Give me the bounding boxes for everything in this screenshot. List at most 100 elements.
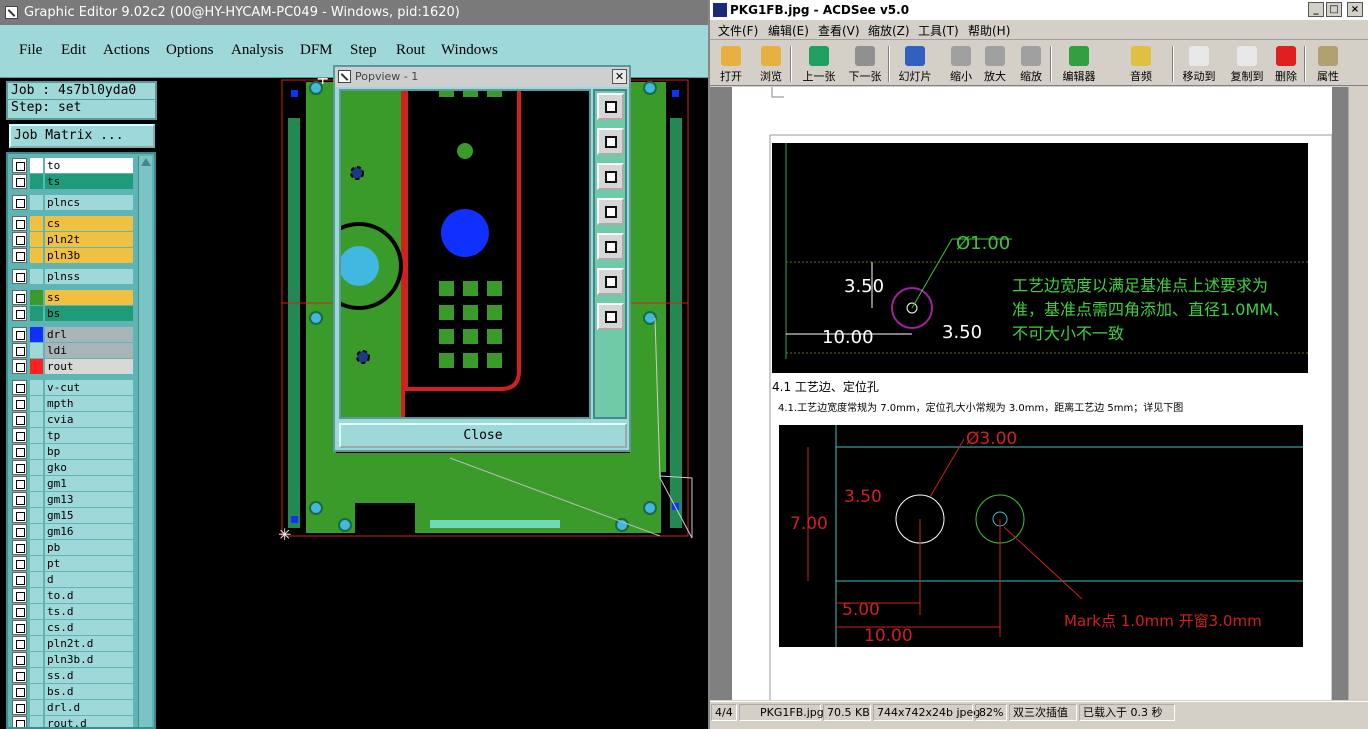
- menu-options[interactable]: Options: [166, 42, 214, 59]
- layer-row-cs-d[interactable]: cs.d: [12, 620, 133, 635]
- menu-step[interactable]: Step: [350, 42, 377, 59]
- layer-color-swatch[interactable]: [30, 290, 43, 305]
- toolbar-button-zoom-in[interactable]: 放大: [980, 44, 1010, 84]
- layer-row-pt[interactable]: pt: [12, 556, 133, 571]
- layer-row-bs-d[interactable]: bs.d: [12, 684, 133, 699]
- pan-down-button[interactable]: [597, 163, 624, 190]
- layer-row-gm15[interactable]: gm15: [12, 508, 133, 523]
- layer-checkbox[interactable]: [12, 444, 27, 459]
- layer-color-swatch[interactable]: [30, 216, 43, 231]
- layer-name[interactable]: gm16: [45, 524, 133, 539]
- layer-checkbox[interactable]: [12, 216, 27, 231]
- layer-row-ts[interactable]: ts: [12, 174, 133, 189]
- layer-color-swatch[interactable]: [30, 412, 43, 427]
- layer-color-swatch[interactable]: [30, 428, 43, 443]
- layer-row-v-cut[interactable]: v-cut: [12, 380, 133, 395]
- layer-color-swatch[interactable]: [30, 652, 43, 667]
- layer-color-swatch[interactable]: [30, 343, 43, 358]
- layer-row-rout[interactable]: rout: [12, 359, 133, 374]
- layer-color-swatch[interactable]: [30, 460, 43, 475]
- layer-name[interactable]: to.d: [45, 588, 133, 603]
- layer-color-swatch[interactable]: [30, 195, 43, 210]
- popview-close-button[interactable]: Close: [339, 423, 627, 448]
- layer-row-ss[interactable]: ss: [12, 290, 133, 305]
- layer-color-swatch[interactable]: [30, 359, 43, 374]
- menu-tools-cn[interactable]: 工具(T): [918, 22, 959, 39]
- layer-color-swatch[interactable]: [30, 636, 43, 651]
- menu-view-cn[interactable]: 查看(V): [818, 22, 860, 39]
- toolbar-button-zoom[interactable]: 缩放: [1014, 44, 1048, 84]
- job-matrix-button[interactable]: Job Matrix ...: [9, 124, 155, 148]
- toolbar-button-next[interactable]: 下一张: [844, 44, 886, 84]
- menu-edit[interactable]: Edit: [61, 42, 86, 59]
- layer-row-gm16[interactable]: gm16: [12, 524, 133, 539]
- layer-name[interactable]: pln2t.d: [45, 636, 133, 651]
- menu-edit-cn[interactable]: 编辑(E): [768, 22, 809, 39]
- layer-checkbox[interactable]: [12, 428, 27, 443]
- menu-file[interactable]: File: [19, 42, 42, 59]
- layer-checkbox[interactable]: [12, 700, 27, 715]
- layer-color-swatch[interactable]: [30, 327, 43, 342]
- menu-analysis[interactable]: Analysis: [231, 42, 284, 59]
- layer-checkbox[interactable]: [12, 636, 27, 651]
- layer-name[interactable]: ts.d: [45, 604, 133, 619]
- layer-row-pb[interactable]: pb: [12, 540, 133, 555]
- layer-color-swatch[interactable]: [30, 540, 43, 555]
- layer-row-cvia[interactable]: cvia: [12, 412, 133, 427]
- layer-name[interactable]: ss.d: [45, 668, 133, 683]
- layer-name[interactable]: cs.d: [45, 620, 133, 635]
- layer-row-bp[interactable]: bp: [12, 444, 133, 459]
- layer-name[interactable]: cs: [45, 216, 133, 231]
- layer-name[interactable]: ss: [45, 290, 133, 305]
- layer-color-swatch[interactable]: [30, 476, 43, 491]
- layer-name[interactable]: rout: [45, 359, 133, 374]
- layer-name[interactable]: tp: [45, 428, 133, 443]
- layer-name[interactable]: plncs: [45, 195, 133, 210]
- layer-checkbox[interactable]: [12, 620, 27, 635]
- menu-rout[interactable]: Rout: [396, 42, 425, 59]
- layer-checkbox[interactable]: [12, 396, 27, 411]
- layer-checkbox[interactable]: [12, 668, 27, 683]
- toolbar-button-delete[interactable]: 删除: [1270, 44, 1302, 84]
- toolbar-button-properties[interactable]: 属性: [1310, 44, 1346, 84]
- close-button[interactable]: ×: [1347, 2, 1363, 17]
- layer-checkbox[interactable]: [12, 380, 27, 395]
- layer-color-swatch[interactable]: [30, 248, 43, 263]
- layer-row-pln3b-d[interactable]: pln3b.d: [12, 652, 133, 667]
- layer-row-drl[interactable]: drl: [12, 327, 133, 342]
- layer-name[interactable]: mpth: [45, 396, 133, 411]
- layer-row-pln2t-d[interactable]: pln2t.d: [12, 636, 133, 651]
- layer-checkbox[interactable]: [12, 327, 27, 342]
- menu-dfm[interactable]: DFM: [300, 42, 333, 59]
- layer-color-swatch[interactable]: [30, 508, 43, 523]
- layer-row-mpth[interactable]: mpth: [12, 396, 133, 411]
- layer-color-swatch[interactable]: [30, 716, 43, 727]
- layer-checkbox[interactable]: [12, 588, 27, 603]
- layer-name[interactable]: ts: [45, 174, 133, 189]
- toolbar-button-audio[interactable]: 音频: [1122, 44, 1160, 84]
- layer-color-swatch[interactable]: [30, 174, 43, 189]
- layer-checkbox[interactable]: [12, 195, 27, 210]
- layer-name[interactable]: ldi: [45, 343, 133, 358]
- layer-color-swatch[interactable]: [30, 668, 43, 683]
- layer-checkbox[interactable]: [12, 572, 27, 587]
- acd-title-bar[interactable]: PKG1FB.jpg - ACDSee v5.0 _ □ ×: [710, 0, 1368, 20]
- layer-row-gm13[interactable]: gm13: [12, 492, 133, 507]
- layer-name[interactable]: gm15: [45, 508, 133, 523]
- image-viewer[interactable]: Ø1.00 3.50 3.50 10.00 工艺边宽度以满足基准点上述要求为 准…: [710, 87, 1368, 700]
- layer-row-plnss[interactable]: plnss: [12, 269, 133, 284]
- maximize-button[interactable]: □: [1326, 2, 1342, 17]
- menu-file-cn[interactable]: 文件(F): [718, 22, 758, 39]
- layer-checkbox[interactable]: [12, 492, 27, 507]
- layer-row-to[interactable]: to: [12, 158, 133, 173]
- menu-help-cn[interactable]: 帮助(H): [968, 22, 1010, 39]
- viewer-scrollbar[interactable]: [1348, 87, 1368, 700]
- layer-checkbox[interactable]: [12, 556, 27, 571]
- toolbar-button-open-folder[interactable]: 打开: [714, 44, 748, 84]
- fit-button[interactable]: [597, 268, 624, 295]
- layer-color-swatch[interactable]: [30, 604, 43, 619]
- menu-actions[interactable]: Actions: [103, 42, 150, 59]
- layer-checkbox[interactable]: [12, 508, 27, 523]
- layer-name[interactable]: pln2t: [45, 232, 133, 247]
- layer-name[interactable]: pt: [45, 556, 133, 571]
